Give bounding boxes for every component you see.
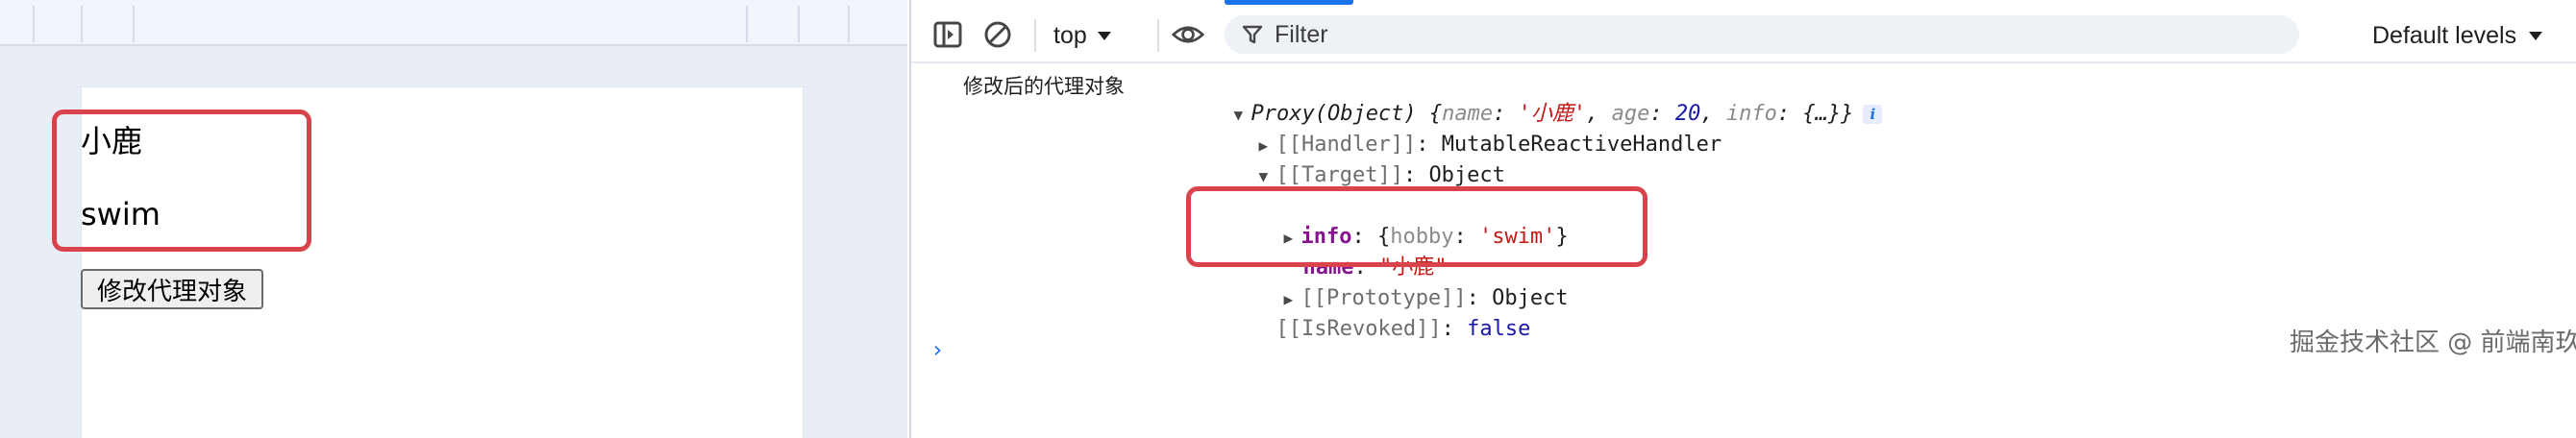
watermark: 掘金技术社区 @ 前端南玖: [2290, 328, 2576, 357]
proxy-summary-row[interactable]: ▼ Proxy(Object) {name: '小鹿', age: 20, inf…: [1157, 71, 1883, 126]
filter-input[interactable]: [1273, 19, 2238, 50]
ruler-tick: [133, 6, 135, 42]
context-select[interactable]: top: [1053, 19, 1112, 52]
chevron-down-icon: [1097, 32, 1111, 40]
revoked-row: [[IsRevoked]]: false: [1276, 317, 1531, 341]
toolbar-separator: [1034, 19, 1036, 52]
sidebar-toggle-icon[interactable]: [930, 17, 965, 52]
ruler-tick: [798, 6, 800, 42]
devtools-panel: top Default levels 修改后的代理对象: [909, 0, 2576, 438]
target-value: Object: [1428, 163, 1505, 187]
log-label: 修改后的代理对象: [963, 75, 1125, 98]
toolbar-separator: [1157, 19, 1159, 52]
active-tab-indicator: [1225, 0, 1353, 5]
highlight-box-right: [1186, 186, 1647, 267]
console-prompt[interactable]: ›: [930, 336, 944, 363]
clear-console-icon[interactable]: [980, 17, 1015, 52]
highlight-box-left: [52, 110, 311, 252]
ruler-tick: [746, 6, 748, 42]
ruler-tick: [848, 6, 850, 42]
console-toolbar: top Default levels: [911, 10, 2576, 63]
summary-info-value: {…}: [1802, 102, 1842, 126]
chevron-down-icon: [2529, 32, 2543, 40]
info-icon[interactable]: i: [1863, 105, 1883, 124]
summary-info-key: info: [1725, 102, 1777, 126]
filter-icon: [1242, 25, 1263, 44]
revoked-key: [[IsRevoked]]: [1276, 317, 1442, 341]
page-preview-pane: 小鹿 swim 修改代理对象: [0, 0, 907, 438]
log-levels-value: Default levels: [2372, 21, 2517, 49]
ruler-tick: [81, 6, 83, 42]
console-output: 修改后的代理对象 ▼ Proxy(Object) {name: '小鹿', age…: [911, 63, 2576, 438]
summary-suffix: }: [1841, 102, 1854, 126]
handler-row[interactable]: ▶ [[Handler]]: MutableReactiveHandler: [1182, 102, 1721, 157]
ruler-tick: [33, 6, 35, 42]
ruler: [0, 0, 907, 46]
target-row[interactable]: ▼ [[Target]]: Object: [1182, 133, 1504, 187]
context-value: top: [1053, 21, 1087, 49]
eye-icon[interactable]: [1171, 17, 1205, 52]
revoked-value: false: [1467, 317, 1531, 341]
log-levels-select[interactable]: Default levels: [2372, 19, 2543, 52]
modify-proxy-button[interactable]: 修改代理对象: [81, 269, 263, 309]
filter-box[interactable]: [1225, 15, 2299, 54]
